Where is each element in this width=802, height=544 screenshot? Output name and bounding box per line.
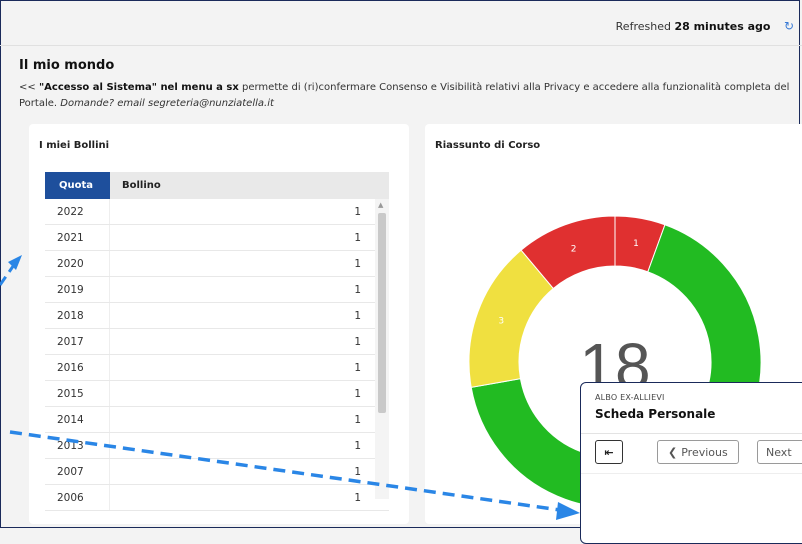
- table-scrollbar[interactable]: ▲: [375, 199, 389, 499]
- cell-quota: 2022: [45, 199, 110, 224]
- cell-bollino: 1: [354, 283, 361, 296]
- cell-quota: 2013: [45, 433, 110, 458]
- cell-quota: 2006: [45, 485, 110, 510]
- cell-bollino: 1: [354, 231, 361, 244]
- cell-quota: 2018: [45, 303, 110, 328]
- chevron-left-icon: ❮: [668, 445, 678, 459]
- cell-quota: 2020: [45, 251, 110, 276]
- next-label: Next: [766, 445, 792, 459]
- cell-bollino: 1: [354, 257, 361, 270]
- scroll-up-icon[interactable]: ▲: [378, 201, 383, 209]
- cell-bollino: 1: [354, 439, 361, 452]
- table-row[interactable]: 2022 1: [45, 199, 389, 225]
- table-row[interactable]: 2020 1: [45, 251, 389, 277]
- scrollbar-thumb[interactable]: [378, 213, 386, 413]
- bollini-title: I miei Bollini: [39, 140, 110, 151]
- cell-bollino: 1: [354, 387, 361, 400]
- popup-title: Scheda Personale: [595, 407, 716, 421]
- donut-segment-label: 2: [571, 244, 577, 254]
- page-title: Il mio mondo: [19, 58, 115, 73]
- cell-quota: 2016: [45, 355, 110, 380]
- cell-quota: 2021: [45, 225, 110, 250]
- next-button[interactable]: Next: [757, 440, 802, 464]
- previous-button[interactable]: ❮ Previous: [657, 440, 739, 464]
- cell-quota: 2019: [45, 277, 110, 302]
- refresh-status: Refreshed 28 minutes ago ↻: [616, 19, 794, 33]
- scheda-personale-popup: ALBO EX-ALLIEVI Scheda Personale ⇤ ❮ Pre…: [580, 382, 802, 544]
- cell-quota: 2007: [45, 459, 110, 484]
- cell-bollino: 1: [354, 491, 361, 504]
- table-row[interactable]: 2013 1: [45, 433, 389, 459]
- table-header: Quota Bollino: [45, 172, 389, 199]
- previous-label: Previous: [681, 445, 728, 459]
- cell-quota: 2014: [45, 407, 110, 432]
- refresh-prefix: Refreshed: [615, 20, 671, 33]
- back-button[interactable]: ⇤: [595, 440, 623, 464]
- refresh-time: 28 minutes ago: [674, 20, 771, 33]
- table-row[interactable]: 2007 1: [45, 459, 389, 485]
- cell-bollino: 1: [354, 309, 361, 322]
- table-row[interactable]: 2018 1: [45, 303, 389, 329]
- cell-bollino: 1: [354, 205, 361, 218]
- desc-bold: "Accesso al Sistema" nel menu a sx: [38, 82, 239, 93]
- column-header-bollino[interactable]: Bollino: [110, 172, 389, 199]
- cell-quota: 2015: [45, 381, 110, 406]
- cell-quota: 2017: [45, 329, 110, 354]
- refresh-icon[interactable]: ↻: [784, 19, 794, 33]
- bollini-card: I miei Bollini Quota Bollino 2022 1 2021 1 2…: [29, 124, 409, 524]
- donut-segment-label: 1: [633, 239, 639, 249]
- cell-bollino: 1: [354, 413, 361, 426]
- table-row[interactable]: 2017 1: [45, 329, 389, 355]
- table-row[interactable]: 2019 1: [45, 277, 389, 303]
- desc-email: Domande? email segreteria@nunziatella.it: [60, 98, 274, 109]
- riassunto-title: Riassunto di Corso: [435, 140, 541, 151]
- cell-bollino: 1: [354, 335, 361, 348]
- cell-bollino: 1: [354, 361, 361, 374]
- table-row[interactable]: 2016 1: [45, 355, 389, 381]
- column-header-quota[interactable]: Quota: [45, 172, 110, 199]
- table-row[interactable]: 2006 1: [45, 485, 389, 511]
- popup-divider-2: [581, 473, 802, 474]
- table-row[interactable]: 2021 1: [45, 225, 389, 251]
- page-description: << "Accesso al Sistema" nel menu a sx pe…: [19, 82, 790, 109]
- table-body: 2022 1 2021 1 2020 1 2019 1 2018 1 2017 1 2016 1 2015 1…: [45, 199, 389, 511]
- table-row[interactable]: 2014 1: [45, 407, 389, 433]
- cell-bollino: 1: [354, 465, 361, 478]
- table-row[interactable]: 2015 1: [45, 381, 389, 407]
- back-arrow-icon: ⇤: [604, 445, 614, 459]
- popup-divider: [581, 433, 802, 434]
- header-divider: [0, 45, 802, 46]
- popup-section: ALBO EX-ALLIEVI: [595, 393, 665, 402]
- donut-segment-label: 3: [498, 317, 504, 327]
- bollini-table: Quota Bollino 2022 1 2021 1 2020 1 2019 1 2018 1 2…: [45, 172, 389, 511]
